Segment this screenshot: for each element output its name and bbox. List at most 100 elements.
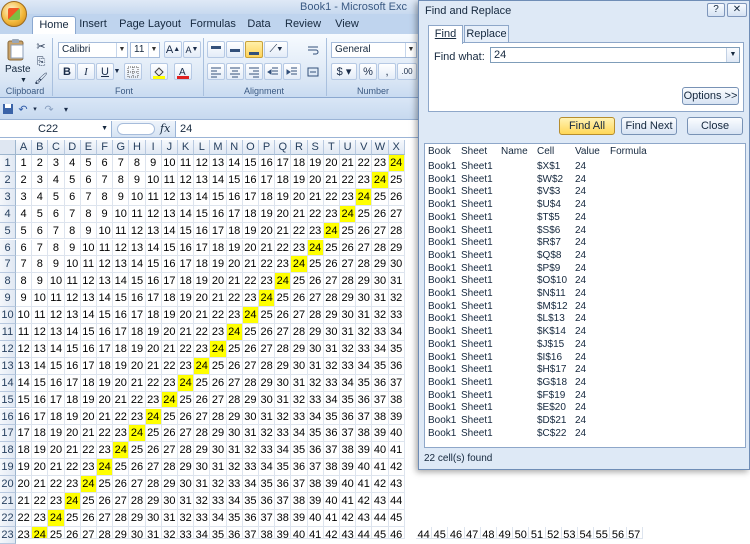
grid-cell[interactable]: 20 (16, 476, 33, 493)
grid-cell[interactable]: 29 (323, 307, 340, 324)
grid-cell[interactable]: 18 (48, 408, 65, 426)
grid-cell[interactable]: 33 (259, 442, 276, 460)
result-cell[interactable]: $K$14 (537, 326, 566, 337)
row-header[interactable]: 9 (0, 290, 16, 308)
grid-cell[interactable]: 26 (210, 374, 227, 392)
grid-cell[interactable]: 25 (113, 459, 130, 477)
tab-view[interactable]: View (334, 16, 360, 34)
grid-cell[interactable]: 34 (291, 425, 308, 443)
grid-cell[interactable]: 4 (64, 155, 81, 172)
grid-cell[interactable]: 17 (226, 205, 243, 223)
grid-cell[interactable]: 21 (210, 290, 227, 308)
grid-cell[interactable]: 24 (48, 509, 65, 527)
grid-cell[interactable]: 31 (307, 357, 324, 375)
grid-cell[interactable]: 23 (242, 290, 259, 308)
grid-cell[interactable]: 8 (64, 222, 81, 240)
grid-cell[interactable]: 30 (259, 391, 276, 409)
row-header[interactable]: 23 (0, 526, 16, 544)
grid-cell[interactable]: 14 (226, 155, 243, 172)
column-header[interactable]: U (340, 140, 357, 155)
grid-cell[interactable]: 12 (48, 307, 65, 324)
row-header[interactable]: 22 (0, 509, 16, 527)
grid-cell[interactable]: 30 (372, 273, 389, 291)
grid-cell[interactable]: 17 (97, 340, 114, 358)
grid-cell[interactable]: 28 (97, 526, 114, 539)
grid-cell[interactable]: 29 (178, 459, 195, 477)
grid-cell[interactable]: 23 (97, 442, 114, 460)
column-header[interactable]: X (388, 140, 405, 155)
result-cell[interactable]: Book1 (428, 390, 456, 401)
grid-cell[interactable]: 24 (226, 324, 243, 341)
grid-cell[interactable]: 41 (356, 476, 373, 493)
result-cell[interactable]: Sheet1 (461, 313, 493, 324)
column-header[interactable]: P (259, 140, 276, 155)
grid-cell[interactable]: 39 (356, 442, 373, 460)
grid-cell[interactable]: 22 (323, 188, 340, 206)
result-cell[interactable]: Book1 (428, 275, 456, 286)
grid-cell[interactable]: 28 (145, 476, 162, 493)
grid-cell[interactable]: 37 (307, 459, 324, 477)
grid-cell[interactable]: 26 (323, 256, 340, 274)
grid-cell[interactable]: 23 (291, 239, 308, 257)
grid-cell[interactable]: 31 (291, 374, 308, 392)
grid-cell[interactable]: 23 (340, 188, 357, 206)
grid-cell[interactable]: 34 (275, 442, 292, 460)
grid-cell[interactable]: 14 (80, 307, 97, 324)
grid-cell[interactable]: 18 (291, 155, 308, 172)
tab-page-layout[interactable]: Page Layout (118, 16, 182, 34)
grid-cell[interactable]: 22 (113, 408, 130, 426)
grid-cell[interactable]: 27 (388, 205, 405, 223)
grid-cell[interactable]: 28 (242, 374, 259, 392)
grid-cell[interactable]: 17 (259, 171, 276, 189)
grid-cell[interactable]: 30 (307, 340, 324, 358)
result-cell[interactable]: Sheet1 (461, 301, 493, 312)
result-cell[interactable]: Sheet1 (461, 326, 493, 337)
grid-cell[interactable]: 27 (226, 374, 243, 392)
grid-cell[interactable]: 34 (340, 374, 357, 392)
grid-cell[interactable]: 21 (16, 493, 33, 510)
grid-cell[interactable]: 24 (340, 205, 357, 223)
tab-insert[interactable]: Insert (78, 16, 108, 34)
result-cell[interactable]: Sheet1 (461, 212, 493, 223)
row-header[interactable]: 3 (0, 188, 16, 206)
grid-cell[interactable]: 41 (372, 459, 389, 477)
grid-cell[interactable]: 38 (291, 493, 308, 510)
grid-cell[interactable]: 31 (161, 509, 178, 527)
row-header[interactable]: 16 (0, 408, 16, 426)
grid-cell[interactable]: 54 (578, 526, 595, 539)
grid-cell[interactable]: 24 (113, 442, 130, 460)
results-col-value[interactable]: Value (575, 146, 600, 157)
grid-cell[interactable]: 24 (64, 493, 81, 510)
save-icon[interactable] (1, 101, 15, 117)
grid-cell[interactable]: 41 (340, 493, 357, 510)
grid-cell[interactable]: 11 (97, 239, 114, 257)
grid-cell[interactable]: 20 (307, 171, 324, 189)
column-header[interactable]: N (226, 140, 243, 155)
grid-cell[interactable]: 22 (64, 459, 81, 477)
grid-cell[interactable]: 10 (161, 155, 178, 172)
grid-cell[interactable]: 5 (32, 205, 49, 223)
grid-cell[interactable]: 20 (97, 391, 114, 409)
grid-cell[interactable]: 57 (626, 526, 643, 539)
grid-cell[interactable]: 22 (32, 493, 49, 510)
grid-cell[interactable]: 30 (388, 256, 405, 274)
grid-cell[interactable]: 10 (97, 222, 114, 240)
grid-cell[interactable]: 40 (356, 459, 373, 477)
grid-cell[interactable]: 7 (32, 239, 49, 257)
result-cell[interactable]: Sheet1 (461, 377, 493, 388)
paste-button[interactable] (4, 38, 28, 62)
grid-cell[interactable]: 12 (80, 273, 97, 291)
find-what-input[interactable]: 24 ▼ (490, 47, 740, 63)
grid-cell[interactable]: 24 (178, 374, 195, 392)
results-col-book[interactable]: Book (428, 146, 451, 157)
result-cell[interactable]: $S$6 (537, 225, 560, 236)
grid-cell[interactable]: 13 (129, 239, 146, 257)
grid-cell[interactable]: 38 (323, 459, 340, 477)
grid-cell[interactable]: 33 (178, 526, 195, 539)
grid-cell[interactable]: 26 (113, 476, 130, 493)
grid-cell[interactable]: 45 (372, 526, 389, 539)
column-header[interactable]: L (194, 140, 211, 155)
column-header[interactable]: G (113, 140, 130, 155)
grid-cell[interactable]: 20 (48, 442, 65, 460)
grid-cell[interactable]: 12 (64, 290, 81, 308)
